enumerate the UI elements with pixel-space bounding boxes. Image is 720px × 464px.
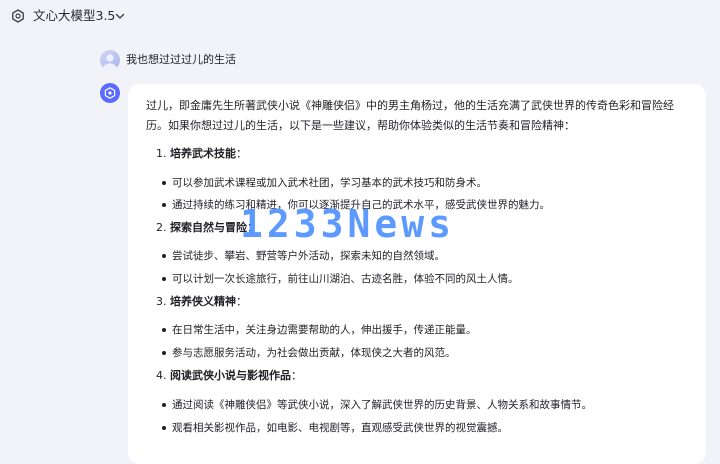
ernie-logo-icon xyxy=(12,9,24,23)
model-selector-label[interactable]: 文心大模型3.5 xyxy=(33,7,115,25)
user-avatar xyxy=(100,50,120,70)
list-item: 参与志愿服务活动，为社会做出贡献，体现侠之大者的风范。 xyxy=(162,347,456,359)
answer-card: 过儿，即金庸先生所著武侠小说《神雕侠侣》中的男主角杨过，他的生活充满了武侠世界的… xyxy=(128,84,706,464)
user-message: 我也想过过过儿的生活 xyxy=(126,53,236,66)
ernie-bot-icon xyxy=(104,87,116,99)
list-item: 可以计划一次长途旅行，前往山川湖泊、古迹名胜，体验不同的风土人情。 xyxy=(162,273,519,285)
answer-intro: 过儿，即金庸先生所著武侠小说《神雕侠侣》中的男主角杨过，他的生活充满了武侠世界的… xyxy=(146,99,674,132)
bot-avatar xyxy=(100,83,120,103)
list-item: 可以参加武术课程或加入武术社团，学习基本的武术技巧和防身术。 xyxy=(162,177,487,189)
watermark-text: 1233News xyxy=(240,202,456,246)
section-heading: 3. 培养侠义精神： xyxy=(156,295,247,308)
section-heading: 1. 培养武术技能： xyxy=(156,147,247,160)
chat-header: 文心大模型3.5 xyxy=(0,0,720,32)
list-item: 在日常生活中，关注身边需要帮助的人，伸出援手，传递正能量。 xyxy=(162,324,477,336)
list-item: 观看相关影视作品，如电影、电视剧等，直观感受武侠世界的视觉震撼。 xyxy=(162,422,508,434)
chevron-down-icon[interactable] xyxy=(114,10,126,22)
user-silhouette-icon xyxy=(103,54,117,70)
section-heading: 4. 阅读武侠小说与影视作品： xyxy=(156,369,302,382)
list-item: 通过阅读《神雕侠侣》等武侠小说，深入了解武侠世界的历史背景、人物关系和故事情节。 xyxy=(162,399,592,411)
list-item: 尝试徒步、攀岩、野营等户外活动，探索未知的自然领域。 xyxy=(162,250,445,262)
